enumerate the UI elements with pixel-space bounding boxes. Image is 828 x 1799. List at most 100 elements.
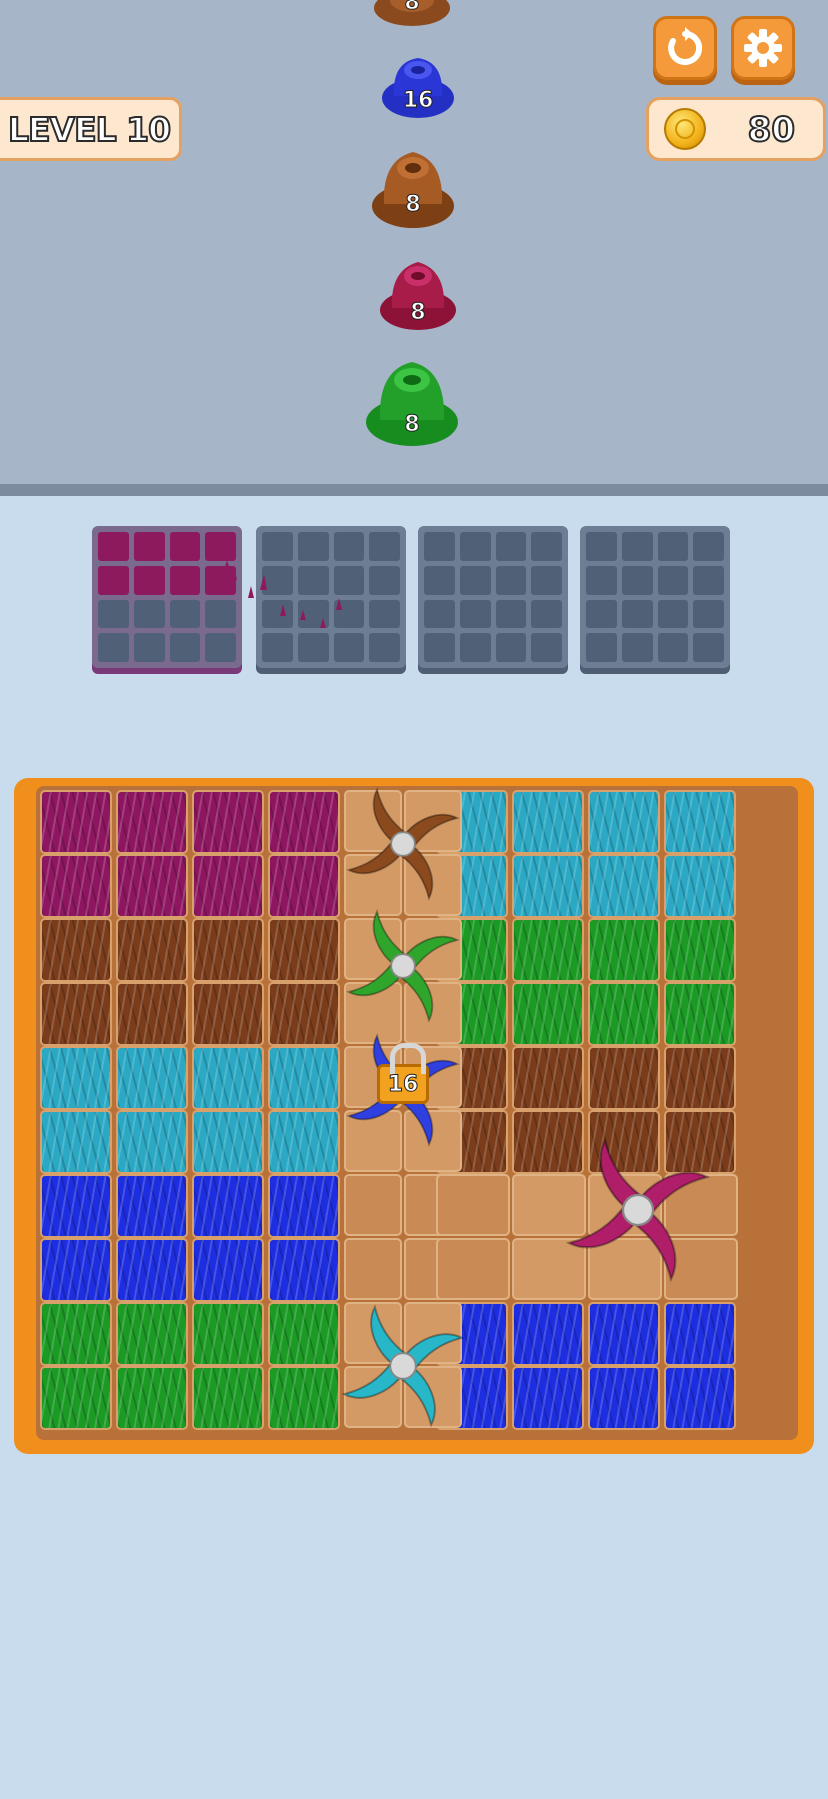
bag-count: 8 bbox=[404, 412, 420, 438]
collection-tray bbox=[580, 526, 730, 668]
brown-spinner[interactable] bbox=[344, 786, 462, 903]
tray-slot bbox=[495, 633, 527, 662]
grass-tile bbox=[116, 1046, 188, 1110]
grass-tile bbox=[40, 790, 112, 854]
grass-tile bbox=[40, 1238, 112, 1302]
grass-tile bbox=[664, 790, 736, 854]
grass-tile bbox=[192, 918, 264, 982]
grass-tile bbox=[116, 1366, 188, 1430]
tray-slot bbox=[169, 565, 201, 595]
grass-tile bbox=[40, 854, 112, 918]
level-indicator: LEVEL 10 bbox=[0, 97, 182, 161]
tray-slot bbox=[98, 565, 129, 595]
tray-slot bbox=[424, 565, 455, 595]
board-slot bbox=[344, 1174, 402, 1236]
grass-tile bbox=[268, 1302, 340, 1366]
grass-tile bbox=[116, 918, 188, 982]
grass-tile bbox=[40, 1110, 112, 1174]
grass-tile bbox=[192, 790, 264, 854]
grass-tile bbox=[116, 854, 188, 918]
grass-tile bbox=[268, 1046, 340, 1110]
tray-slot bbox=[531, 532, 562, 561]
tray-slot bbox=[495, 565, 527, 595]
tray-slot bbox=[693, 633, 724, 662]
grass-tile bbox=[40, 1174, 112, 1238]
grass-tile bbox=[588, 918, 660, 982]
coin-amount: 80 bbox=[747, 109, 796, 151]
tray-slot bbox=[369, 599, 400, 629]
coin-icon bbox=[664, 108, 706, 150]
grass-tile bbox=[116, 982, 188, 1046]
grass-tile bbox=[664, 1046, 736, 1110]
grass-tile bbox=[588, 1046, 660, 1110]
tray-slot bbox=[133, 565, 165, 595]
grass-tile bbox=[192, 1238, 264, 1302]
grass-tile bbox=[664, 982, 736, 1046]
grass-tile bbox=[664, 918, 736, 982]
tray-slot bbox=[657, 599, 689, 629]
grass-tile bbox=[268, 854, 340, 918]
grass-tile bbox=[512, 854, 584, 918]
tray-slot bbox=[621, 565, 653, 595]
green-spinner[interactable] bbox=[344, 907, 462, 1025]
board-surface: 16 bbox=[36, 786, 798, 1440]
tray-slot bbox=[586, 565, 617, 595]
settings-button[interactable] bbox=[731, 16, 795, 80]
area-divider bbox=[0, 484, 828, 496]
grass-tile bbox=[268, 790, 340, 854]
tray-slot bbox=[693, 565, 724, 595]
collection-tray bbox=[418, 526, 568, 668]
grass-tile bbox=[116, 1302, 188, 1366]
game-board: 16 bbox=[14, 778, 814, 1454]
tray-slot bbox=[424, 532, 455, 561]
magenta-spinner[interactable] bbox=[563, 1135, 713, 1285]
tray-slot bbox=[657, 633, 689, 662]
grass-tile bbox=[512, 918, 584, 982]
restart-button[interactable] bbox=[653, 16, 717, 80]
grass-tile bbox=[40, 1302, 112, 1366]
tray-slot bbox=[621, 532, 653, 561]
grass-tile bbox=[40, 1366, 112, 1430]
grass-tile bbox=[268, 918, 340, 982]
tray-slot bbox=[586, 599, 617, 629]
grass-tile bbox=[40, 1046, 112, 1110]
grass-tile bbox=[192, 982, 264, 1046]
grass-tile bbox=[268, 1238, 340, 1302]
coin-counter: 80 bbox=[646, 97, 826, 161]
tray-slot bbox=[133, 599, 165, 629]
grass-tile bbox=[268, 982, 340, 1046]
tray-slot bbox=[586, 532, 617, 561]
gear-icon bbox=[744, 29, 782, 67]
grass-tile bbox=[512, 1302, 584, 1366]
grass-tile bbox=[268, 1366, 340, 1430]
tray-slot bbox=[657, 532, 689, 561]
tray-slot bbox=[98, 532, 129, 561]
tray-slot bbox=[424, 599, 455, 629]
tray-slot bbox=[169, 532, 201, 561]
grass-tile bbox=[664, 1366, 736, 1430]
tray-slot bbox=[369, 565, 400, 595]
bag-count: 8 bbox=[405, 192, 421, 218]
tray-slot bbox=[133, 633, 165, 662]
bag-count: 8 bbox=[410, 300, 426, 326]
grass-tile bbox=[192, 854, 264, 918]
tray-slot bbox=[459, 532, 491, 561]
bag-count: 16 bbox=[402, 88, 434, 114]
cyan-spinner[interactable] bbox=[339, 1302, 467, 1430]
grass-tile bbox=[664, 1302, 736, 1366]
grass-tile bbox=[116, 1110, 188, 1174]
grass-tile bbox=[40, 982, 112, 1046]
tray-slot bbox=[424, 633, 455, 662]
tray-slot bbox=[459, 599, 491, 629]
grass-tile bbox=[192, 1174, 264, 1238]
grass-tile bbox=[116, 1174, 188, 1238]
board-slot bbox=[344, 1238, 402, 1300]
grass-tile bbox=[588, 982, 660, 1046]
grass-tile bbox=[588, 1366, 660, 1430]
tray-slot bbox=[459, 633, 491, 662]
board-slot bbox=[436, 1174, 510, 1236]
level-label: LEVEL 10 bbox=[7, 109, 172, 150]
tray-slot bbox=[531, 565, 562, 595]
grass-tile bbox=[512, 790, 584, 854]
bag-item: 8 bbox=[370, 144, 456, 230]
